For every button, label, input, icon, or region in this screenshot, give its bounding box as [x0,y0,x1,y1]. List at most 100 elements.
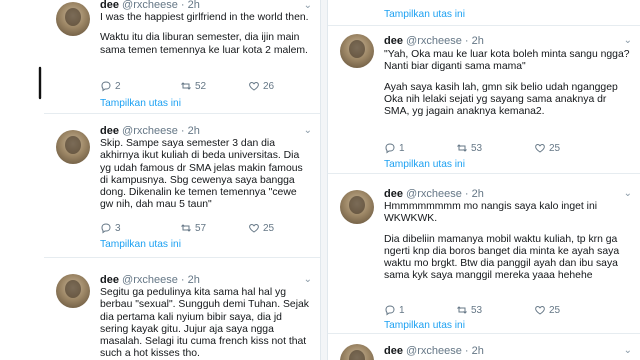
tweet-header: dee @rxcheese · 2h [384,35,484,47]
reply-count: 3 [115,222,121,234]
like-count: 25 [549,142,561,154]
retweet-button[interactable]: 53 [456,304,482,316]
tweet-text: "Yah, Oka mau ke luar kota boleh minta s… [384,49,630,118]
author-handle[interactable]: @rxcheese [406,345,462,357]
tweet-text: Hmmmmmmmm mo nangis saya kalo inget ini … [384,201,630,283]
tweet-previous-fragment[interactable]: Tampilkan utas ini [328,0,640,26]
tweet-12[interactable]: dee @rxcheese · 2h ⌄ Skip. Sampe saya se… [44,120,320,258]
like-count: 25 [263,222,275,234]
tweet-time[interactable]: 2h [472,345,484,357]
avatar[interactable] [56,274,90,308]
author-handle[interactable]: @rxcheese [122,274,178,286]
tweet-header: dee @rxcheese · 2h [384,188,484,200]
tweet-11[interactable]: dee @rxcheese · 2h ⌄ Segitu ga pedulinya… [44,264,320,360]
left-timeline-column: dee @rxcheese · 2h ⌄ I was the happiest … [44,0,320,360]
retweet-icon [181,82,191,90]
author-name[interactable]: dee [384,345,403,357]
chevron-down-icon[interactable]: ⌄ [624,188,632,199]
retweet-button[interactable]: 52 [180,80,206,92]
tweet-time[interactable]: 2h [188,274,200,286]
author-handle[interactable]: @rxcheese [122,0,178,11]
tweet-15[interactable]: dee @rxcheese · 2h ⌄ "Yah, Oka mau ke lu… [328,26,640,174]
reply-button[interactable]: 1 [384,304,405,316]
author-name[interactable]: dee [100,0,119,11]
like-icon [249,223,259,233]
retweet-icon [457,144,467,152]
right-timeline-column: Tampilkan utas ini dee @rxcheese · 2h ⌄ … [328,0,640,360]
retweet-icon [181,224,191,232]
tweet-text: Skip. Sampe saya semester 3 dan dia akhi… [100,138,310,212]
show-thread-link[interactable]: Tampilkan utas ini [384,9,465,20]
tweet-header: dee @rxcheese · 2h [384,345,484,357]
retweet-count: 52 [195,80,207,92]
author-handle[interactable]: @rxcheese [406,35,462,47]
reply-icon [101,223,111,234]
retweet-count: 53 [471,142,483,154]
like-icon [535,143,545,153]
avatar[interactable] [340,344,374,360]
show-thread-link[interactable]: Tampilkan utas ini [100,239,181,250]
reply-icon [385,143,395,154]
like-button[interactable]: 26 [248,80,274,92]
reply-count: 1 [399,304,405,316]
reply-button[interactable]: 3 [100,222,121,234]
retweet-count: 53 [471,304,483,316]
author-name[interactable]: dee [100,274,119,286]
like-button[interactable]: 25 [248,222,274,234]
like-count: 25 [549,304,561,316]
author-name[interactable]: dee [384,188,403,200]
avatar[interactable] [340,34,374,68]
retweet-count: 57 [195,222,207,234]
chevron-down-icon[interactable]: ⌄ [304,125,312,136]
tweet-text: Segitu ga pedulinya kita sama hal hal yg… [100,287,310,360]
tweet-paragraph: Waktu itu dia liburan semester, dia ijin… [100,32,308,56]
tweet-paragraph: "Yah, Oka mau ke luar kota boleh minta s… [384,49,630,73]
tweet-paragraph: Segitu ga pedulinya kita sama hal hal yg… [100,287,309,360]
reply-button[interactable]: 1 [384,142,405,154]
avatar[interactable] [56,2,90,36]
tweet-header: dee @rxcheese · 2h [100,125,200,137]
tweet-text: I was the happiest girlfriend in the wor… [100,12,310,57]
reply-icon [385,305,395,316]
tweet-actions: 3 57 25 [100,222,310,236]
like-button[interactable]: 25 [534,304,560,316]
show-thread-link[interactable]: Tampilkan utas ini [384,159,465,170]
chevron-down-icon[interactable]: ⌄ [624,35,632,46]
retweet-button[interactable]: 57 [180,222,206,234]
retweet-button[interactable]: 53 [456,142,482,154]
retweet-icon [457,306,467,314]
tweet-header: dee @rxcheese · 2h [100,0,200,11]
tweet-13[interactable]: dee @rxcheese · 2h ⌄ I was the happiest … [44,0,320,114]
like-icon [249,81,259,91]
tweet-time[interactable]: 2h [472,35,484,47]
column-divider [320,0,328,360]
author-handle[interactable]: @rxcheese [122,125,178,137]
tweet-14[interactable]: dee @rxcheese · 2h ⌄ Hmmmmmmmm mo nangis… [328,180,640,334]
avatar[interactable] [56,130,90,164]
reply-button[interactable]: 2 [100,80,121,92]
chevron-down-icon[interactable]: ⌄ [624,345,632,356]
tweet-time[interactable]: 2h [188,0,200,11]
author-name[interactable]: dee [384,35,403,47]
like-count: 26 [263,80,275,92]
show-thread-link[interactable]: Tampilkan utas ini [100,98,181,109]
reply-count: 2 [115,80,121,92]
chevron-down-icon[interactable]: ⌄ [304,0,312,11]
tweet-time[interactable]: 2h [188,125,200,137]
author-handle[interactable]: @rxcheese [406,188,462,200]
avatar[interactable] [340,190,374,224]
tweet-paragraph: Dia dibeliin mamanya mobil waktu kuliah,… [384,233,620,282]
chevron-down-icon[interactable]: ⌄ [304,274,312,285]
show-thread-link[interactable]: Tampilkan utas ini [384,320,465,331]
tweet-header: dee @rxcheese · 2h [100,274,200,286]
tweet-next-cutoff[interactable]: dee @rxcheese · 2h ⌄ [328,334,640,360]
reply-icon [101,81,111,92]
tweet-actions: 1 53 25 [384,142,630,156]
tweet-time[interactable]: 2h [472,188,484,200]
reply-count: 1 [399,142,405,154]
tweet-actions: 1 53 25 [384,304,630,318]
author-name[interactable]: dee [100,125,119,137]
tweet-paragraph: Hmmmmmmmm mo nangis saya kalo inget ini … [384,201,598,225]
like-button[interactable]: 25 [534,142,560,154]
tweet-paragraph: Ayah saya kasih lah, gmn sik belio udah … [384,81,618,118]
